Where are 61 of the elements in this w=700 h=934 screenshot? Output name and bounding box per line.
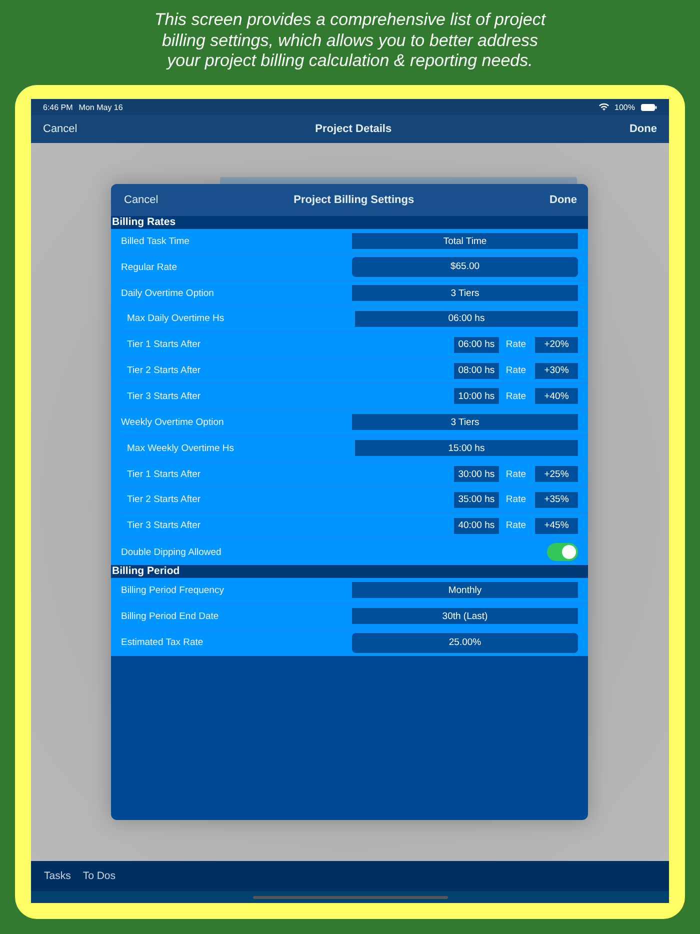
section-header: Billing Rates: [111, 216, 588, 229]
setting-label: Tier 2 Starts After: [127, 494, 202, 506]
value-selector[interactable]: 30th (Last): [352, 608, 578, 624]
rate-selector[interactable]: +25%: [535, 466, 578, 482]
value-selector[interactable]: Total Time: [352, 233, 578, 250]
value-selector[interactable]: 15:00 hs: [355, 440, 578, 456]
rate-selector[interactable]: +30%: [535, 362, 578, 379]
setting-label: Tier 2 Starts After: [127, 365, 202, 376]
rate-selector[interactable]: +45%: [535, 518, 578, 534]
cancel-button[interactable]: Cancel: [124, 194, 158, 206]
done-button[interactable]: Done: [550, 194, 577, 206]
wifi-icon: [598, 103, 609, 111]
toolbar-button[interactable]: Tasks: [44, 870, 71, 882]
setting-label: Billing Period End Date: [121, 610, 220, 622]
hours-selector[interactable]: 06:00 hs: [454, 336, 499, 353]
value-selector[interactable]: 06:00 hs: [355, 310, 578, 327]
rate-label: Rate: [506, 520, 526, 532]
setting-label: Max Weekly Overtime Hs: [127, 442, 235, 454]
setting-label: Weekly Overtime Option: [121, 416, 225, 428]
hours-selector[interactable]: 08:00 hs: [454, 362, 499, 379]
value-field[interactable]: $65.00: [352, 257, 578, 278]
panel-title: Project Billing Settings: [294, 194, 414, 206]
value-selector[interactable]: 3 Tiers: [352, 414, 578, 430]
hours-selector[interactable]: 30:00 hs: [454, 466, 499, 482]
hours-selector[interactable]: 35:00 hs: [454, 492, 499, 508]
status-date: Mon May 16: [78, 102, 123, 112]
rate-selector[interactable]: +35%: [535, 492, 578, 508]
setting-label: Max Daily Overtime Hs: [127, 313, 226, 324]
rate-label: Rate: [506, 494, 526, 506]
hours-selector[interactable]: 10:00 hs: [454, 388, 499, 404]
rate-selector[interactable]: +40%: [535, 388, 578, 404]
toolbar-button[interactable]: To Dos: [82, 870, 116, 882]
setting-label: Billing Period Frequency: [121, 584, 225, 596]
status-time: 6:46 PM: [43, 102, 73, 112]
setting-label: Tier 3 Starts After: [127, 390, 202, 402]
setting-label: Tier 1 Starts After: [127, 468, 202, 480]
setting-label: Daily Overtime Option: [121, 288, 215, 299]
text-field[interactable]: [220, 177, 577, 184]
value-selector[interactable]: 3 Tiers: [352, 285, 578, 302]
hours-selector[interactable]: 40:00 hs: [454, 518, 499, 534]
done-button[interactable]: Done: [629, 123, 657, 135]
nav-title: Project Details: [315, 123, 392, 135]
setting-label: Double Dipping Allowed: [121, 546, 222, 558]
setting-label: Estimated Tax Rate: [121, 637, 204, 648]
section-header: Billing Period: [111, 564, 588, 578]
rate-selector[interactable]: +20%: [535, 336, 578, 353]
value-field[interactable]: 25.00%: [352, 632, 578, 653]
battery-percent: 100%: [614, 102, 635, 112]
value-selector[interactable]: Monthly: [352, 582, 578, 598]
caption-text: This screen provides a comprehensive list of project billing settings, which allows you to better address your project billing calculation & reporting needs.: [153, 10, 548, 72]
rate-label: Rate: [506, 339, 526, 350]
setting-label: Tier 3 Starts After: [127, 520, 202, 532]
rate-label: Rate: [506, 390, 526, 402]
toggle-switch[interactable]: [547, 543, 578, 562]
setting-label: Billed Task Time: [121, 236, 190, 247]
rate-label: Rate: [506, 365, 526, 376]
setting-label: Regular Rate: [121, 262, 178, 273]
battery-icon: [641, 104, 657, 110]
cancel-button[interactable]: Cancel: [43, 123, 78, 135]
setting-label: Tier 1 Starts After: [127, 339, 202, 350]
rate-label: Rate: [506, 468, 526, 480]
